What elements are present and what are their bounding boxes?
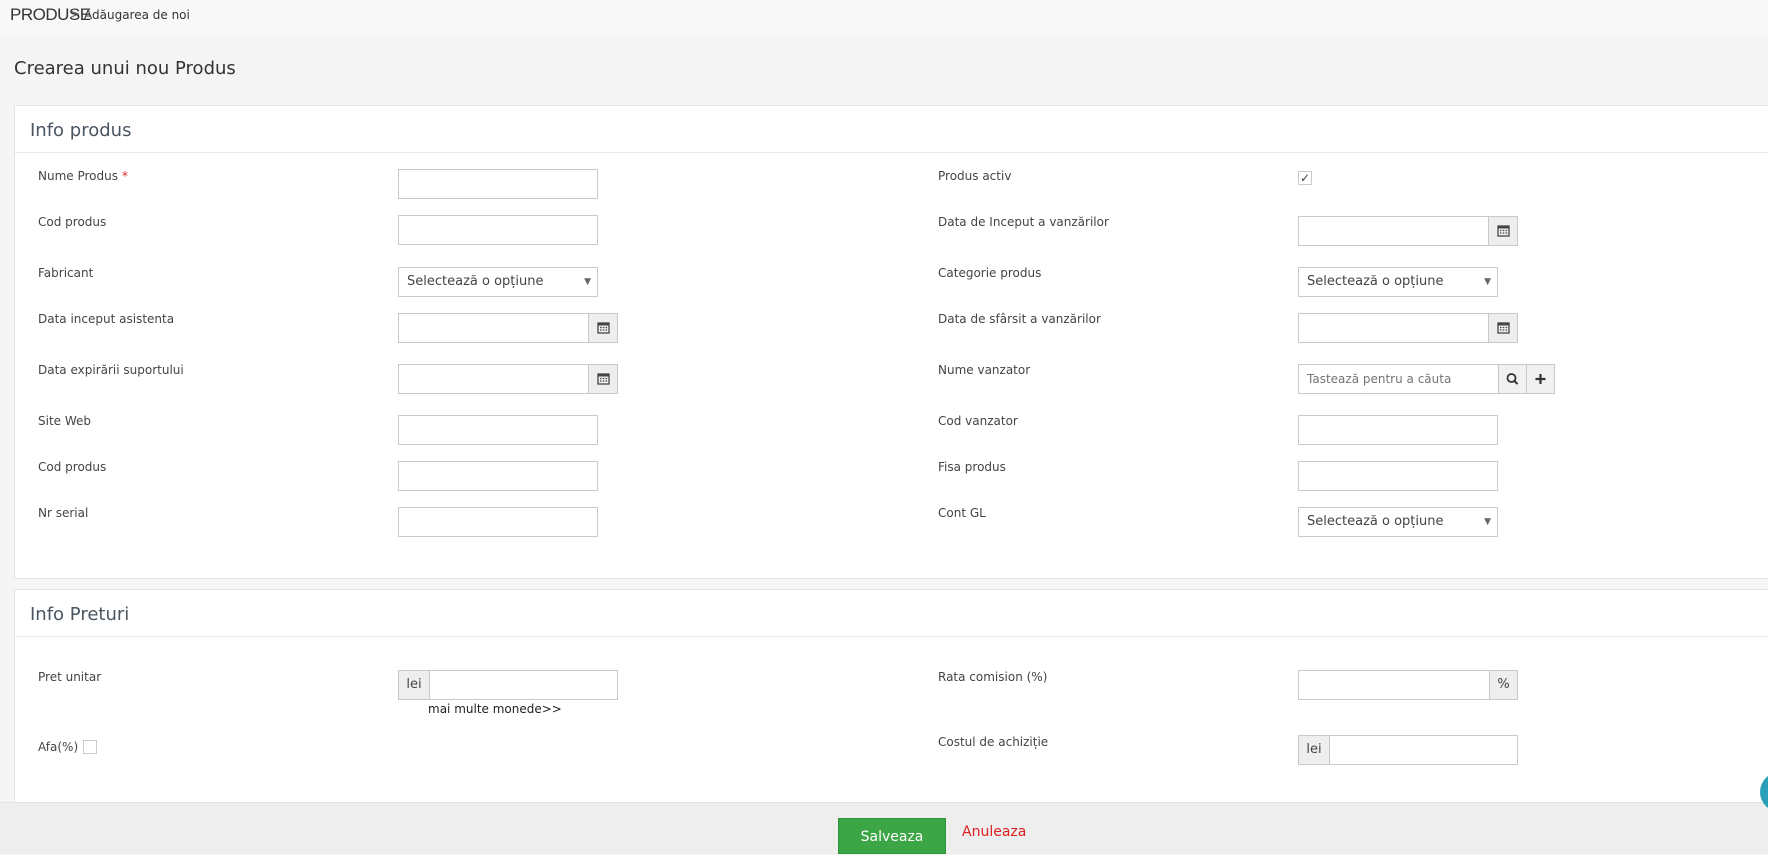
pret-unitar-input[interactable] [429,670,618,700]
costul-achizitie-label: Costul de achiziție [938,735,1049,749]
pret-unitar-label: Pret unitar [38,670,102,684]
cod-produs-2-input[interactable] [398,461,598,491]
more-currencies-link[interactable]: mai multe monede>> [428,702,562,716]
page-title: Crearea unui nou Produs [14,58,236,79]
fabricant-select[interactable]: Selectează o opțiune ▼ [398,267,598,297]
calendar-icon[interactable] [588,364,618,394]
calendar-icon[interactable] [1488,313,1518,343]
costul-achizitie-currency: lei [1298,735,1330,765]
fisa-produs-label: Fisa produs [938,460,1006,474]
plus-icon[interactable] [1526,364,1555,394]
divider [15,152,1768,153]
caret-down-icon: ▼ [1484,277,1491,287]
chevron-right-icon: > [70,7,81,21]
cod-produs-label: Cod produs [38,215,107,229]
cod-produs-input[interactable] [398,215,598,245]
calendar-icon[interactable] [1488,216,1518,246]
fabricant-label: Fabricant [38,266,94,280]
breadcrumb-current: Adăugarea de noi [84,8,190,22]
categorie-produs-select[interactable]: Selectează o opțiune ▼ [1298,267,1498,297]
info-preturi-title: Info Preturi [30,604,130,625]
data-sfarsit-vanzarilor-input[interactable] [1298,313,1489,343]
categorie-produs-selected-value: Selectează o opțiune [1307,274,1444,289]
save-button[interactable]: Salveaza [838,818,946,854]
caret-down-icon: ▼ [584,277,591,287]
cont-gl-selected-value: Selectează o opțiune [1307,514,1444,529]
percent-suffix: % [1489,670,1518,700]
nr-serial-label: Nr serial [38,506,89,520]
cod-produs-2-label: Cod produs [38,460,107,474]
caret-down-icon: ▼ [1484,517,1491,527]
nr-serial-input[interactable] [398,507,598,537]
data-sfarsit-vanzarilor-label: Data de sfârsit a vanzărilor [938,312,1101,326]
afa-checkbox[interactable] [83,740,97,754]
cancel-link[interactable]: Anuleaza [962,824,1026,840]
site-web-input[interactable] [398,415,598,445]
rata-comision-label: Rata comision (%) [938,670,1048,684]
cod-vanzator-label: Cod vanzator [938,414,1018,428]
cod-vanzator-input[interactable] [1298,415,1498,445]
fabricant-selected-value: Selectează o opțiune [407,274,544,289]
search-icon[interactable] [1498,364,1527,394]
data-inceput-asistenta-input[interactable] [398,313,589,343]
fisa-produs-input[interactable] [1298,461,1498,491]
cont-gl-label: Cont GL [938,506,986,520]
breadcrumb: PRODUSE > Adăugarea de noi [0,0,1768,36]
data-expirarii-suportului-label: Data expirării suportului [38,363,184,377]
categorie-produs-label: Categorie produs [938,266,1042,280]
afa-label: Afa(%) [38,740,79,754]
costul-achizitie-input[interactable] [1329,735,1518,765]
nume-produs-input[interactable] [398,169,598,199]
data-inceput-asistenta-label: Data inceput asistenta [38,312,175,326]
required-marker: * [121,169,128,183]
produs-activ-label: Produs activ [938,169,1012,183]
data-expirarii-suportului-input[interactable] [398,364,589,394]
calendar-icon[interactable] [588,313,618,343]
cont-gl-select[interactable]: Selectează o opțiune ▼ [1298,507,1498,537]
pret-unitar-currency: lei [398,670,430,700]
nume-produs-label: Nume Produs * [38,169,128,183]
nume-vanzator-search-input[interactable] [1298,364,1499,394]
data-inceput-vanzarilor-input[interactable] [1298,216,1489,246]
data-inceput-vanzarilor-label: Data de Inceput a vanzărilor [938,215,1109,229]
divider [15,636,1768,637]
nume-vanzator-label: Nume vanzator [938,363,1031,377]
info-produs-title: Info produs [30,120,132,141]
produs-activ-checkbox[interactable]: ✓ [1298,171,1312,185]
site-web-label: Site Web [38,414,92,428]
rata-comision-input[interactable] [1298,670,1490,700]
